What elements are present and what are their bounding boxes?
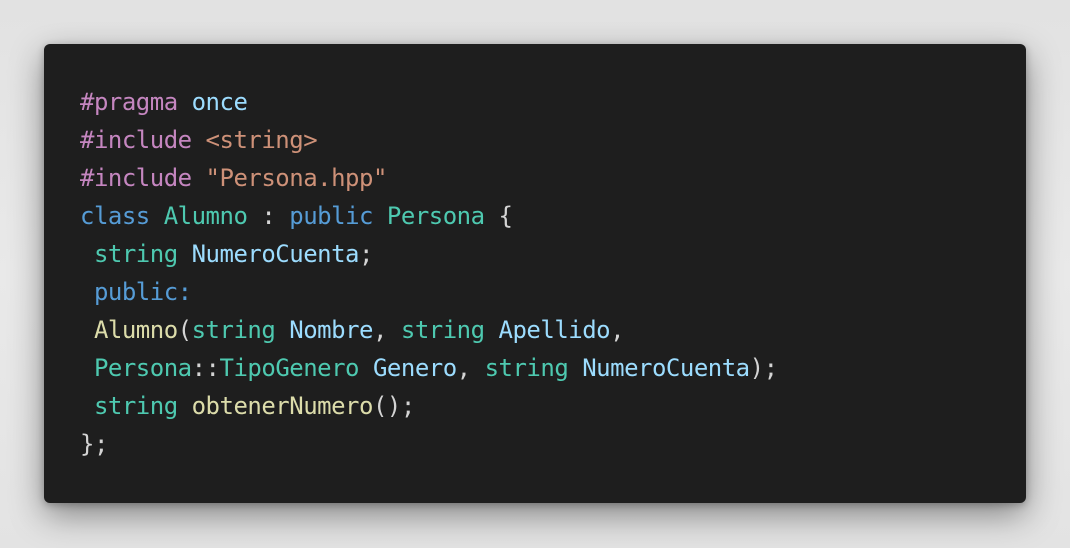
punctuation-token: ( (177, 316, 192, 344)
member-variable-token: NumeroCuenta (191, 240, 360, 268)
punctuation-token: , (456, 354, 485, 382)
type-token: string (93, 240, 178, 268)
constructor-token: Alumno (93, 316, 178, 344)
code-line-5: string NumeroCuenta; (80, 235, 1026, 273)
code-block: #pragma once #include <string> #include … (44, 44, 1026, 503)
type-token: Persona (93, 354, 192, 382)
keyword-token: public (289, 202, 373, 230)
punctuation-token: ); (749, 354, 778, 382)
punctuation-token: , (610, 316, 625, 344)
base-class-token: Persona (386, 202, 485, 230)
access-specifier-token: public: (93, 278, 192, 306)
parameter-token: NumeroCuenta (582, 354, 750, 382)
parameter-token: Genero (372, 354, 457, 382)
code-line-10: }; (80, 425, 1026, 463)
type-token: TipoGenero (219, 354, 360, 382)
preprocessor-directive: #include (80, 164, 192, 192)
parameter-token: Nombre (289, 316, 373, 344)
type-token: string (400, 316, 485, 344)
punctuation-token: ; (359, 240, 373, 268)
punctuation-token: (); (372, 392, 415, 420)
code-line-1: #pragma once (80, 83, 1026, 121)
code-line-2: #include <string> (80, 121, 1026, 159)
type-token: string (484, 354, 569, 382)
include-path: <string> (205, 126, 318, 154)
code-line-9: string obtenerNumero(); (80, 387, 1026, 425)
parameter-token: Apellido (498, 316, 611, 344)
pragma-argument: once (191, 88, 248, 116)
punctuation-token: :: (191, 354, 220, 382)
code-line-8: Persona::TipoGenero Genero, string Numer… (80, 349, 1026, 387)
include-path: "Persona.hpp" (205, 164, 388, 192)
punctuation-token: : (247, 202, 290, 230)
preprocessor-directive: #include (80, 126, 192, 154)
punctuation-token: { (484, 202, 513, 230)
keyword-token: class (80, 202, 150, 230)
class-name-token: Alumno (163, 202, 248, 230)
type-token: string (93, 392, 178, 420)
method-token: obtenerNumero (191, 392, 374, 420)
punctuation-token: }; (80, 430, 108, 458)
type-token: string (191, 316, 276, 344)
preprocessor-directive: #pragma (80, 88, 178, 116)
punctuation-token: , (372, 316, 401, 344)
code-line-7: Alumno(string Nombre, string Apellido, (80, 311, 1026, 349)
code-line-6: public: (80, 273, 1026, 311)
code-line-4: class Alumno : public Persona { (80, 197, 1026, 235)
code-lines: #pragma once #include <string> #include … (80, 83, 1026, 463)
code-line-3: #include "Persona.hpp" (80, 159, 1026, 197)
